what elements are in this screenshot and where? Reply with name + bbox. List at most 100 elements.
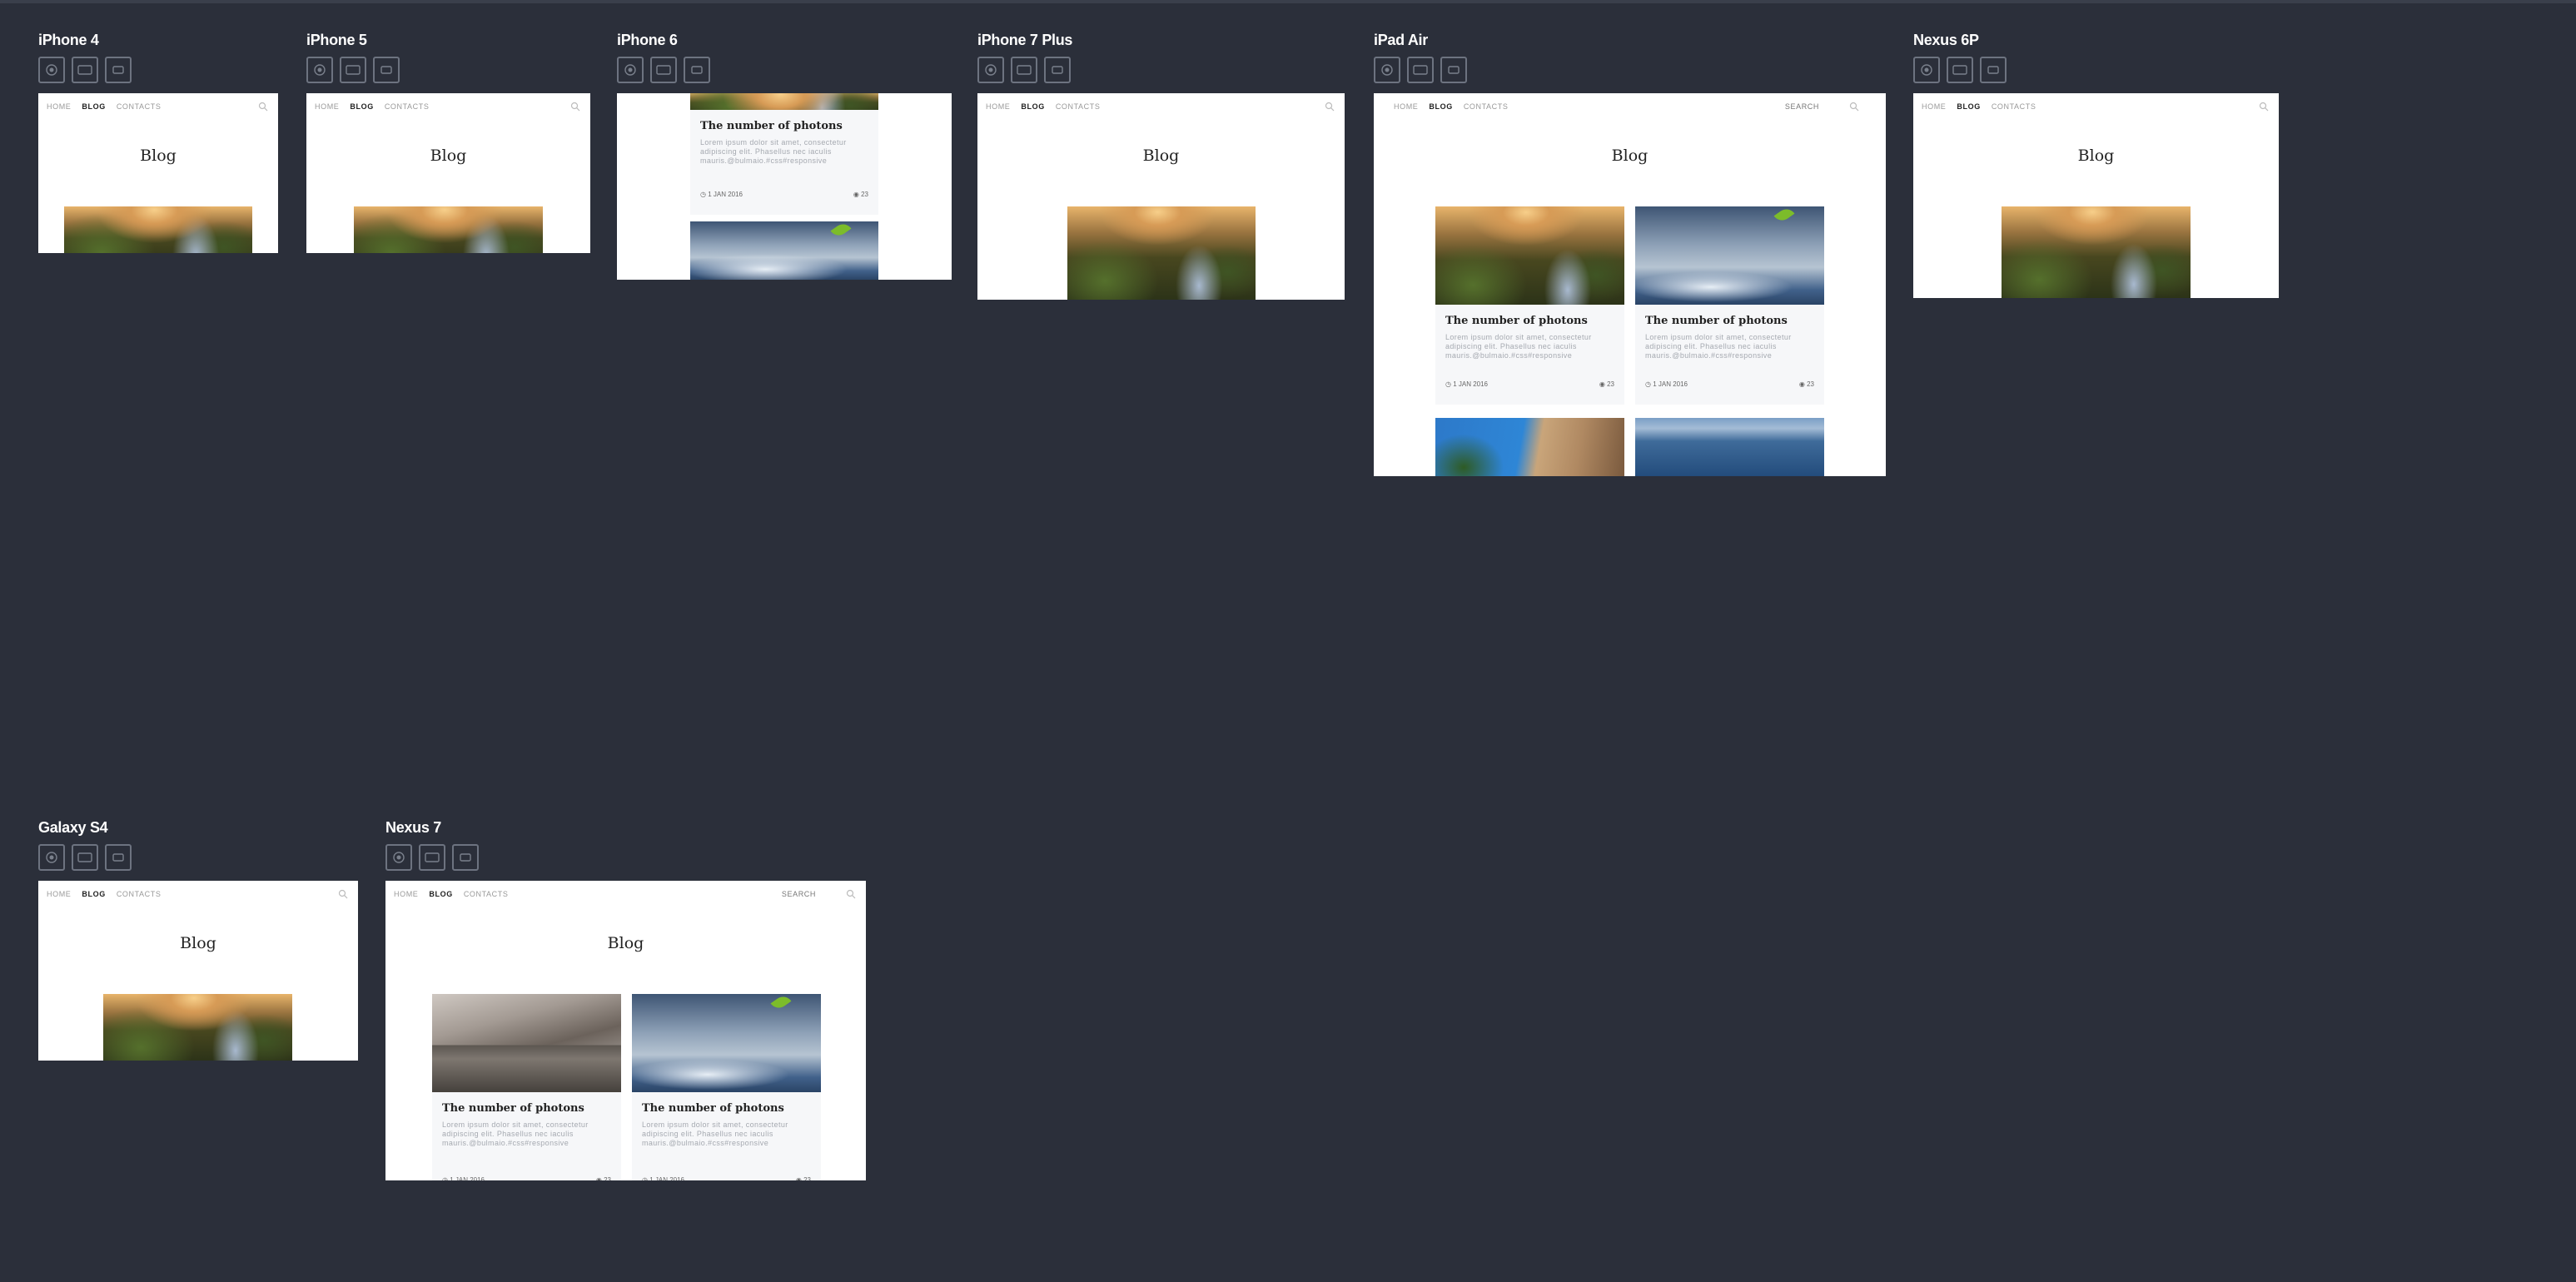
nav-links: HOME BLOG CONTACTS bbox=[1922, 102, 2036, 111]
nav-home[interactable]: HOME bbox=[1394, 102, 1418, 111]
nav-contacts[interactable]: CONTACTS bbox=[385, 102, 430, 111]
portrait-button[interactable] bbox=[1044, 57, 1071, 83]
landscape-button[interactable] bbox=[419, 844, 445, 871]
post-image[interactable] bbox=[432, 994, 621, 1092]
post-image[interactable] bbox=[1435, 418, 1624, 476]
device-screen[interactable]: The number of photons Lorem ipsum dolor … bbox=[617, 93, 952, 280]
landscape-button[interactable] bbox=[1947, 57, 1973, 83]
nav-home[interactable]: HOME bbox=[986, 102, 1010, 111]
nav-links: HOME BLOG CONTACTS bbox=[986, 102, 1100, 111]
portrait-button[interactable] bbox=[1980, 57, 2007, 83]
landscape-button[interactable] bbox=[72, 57, 98, 83]
post-image[interactable] bbox=[1635, 418, 1824, 476]
nav-home[interactable]: HOME bbox=[47, 890, 71, 898]
portrait-button[interactable] bbox=[684, 57, 710, 83]
nav-blog[interactable]: BLOG bbox=[82, 890, 105, 898]
device-screen[interactable]: HOME BLOG CONTACTS Blog bbox=[306, 93, 590, 253]
nav-contacts[interactable]: CONTACTS bbox=[117, 102, 162, 111]
portrait-icon bbox=[112, 853, 124, 862]
post-image[interactable] bbox=[64, 206, 252, 253]
post-date: ◷ 1 JAN 2016 bbox=[442, 1176, 485, 1180]
device-name: Nexus 7 bbox=[385, 819, 441, 836]
search-icon[interactable] bbox=[258, 102, 268, 112]
post-title[interactable]: The number of photons bbox=[1445, 315, 1588, 327]
nav-home[interactable]: HOME bbox=[315, 102, 339, 111]
rotate-button[interactable] bbox=[977, 57, 1004, 83]
post-title[interactable]: The number of photons bbox=[442, 1102, 584, 1115]
post-image[interactable] bbox=[1435, 206, 1624, 305]
search-icon[interactable] bbox=[1325, 102, 1335, 112]
post-excerpt: Lorem ipsum dolor sit amet, consectetur … bbox=[442, 1121, 589, 1147]
portrait-button[interactable] bbox=[105, 57, 132, 83]
nav-blog[interactable]: BLOG bbox=[429, 890, 452, 898]
nav-home[interactable]: HOME bbox=[1922, 102, 1946, 111]
nav-contacts[interactable]: CONTACTS bbox=[117, 890, 162, 898]
post-card[interactable]: The number of photons Lorem ipsum dolor … bbox=[432, 1092, 621, 1180]
post-image[interactable] bbox=[690, 93, 878, 110]
post-views-count: 23 bbox=[803, 1176, 811, 1180]
nav-home[interactable]: HOME bbox=[47, 102, 71, 111]
rotate-button[interactable] bbox=[385, 844, 412, 871]
rotate-button[interactable] bbox=[306, 57, 333, 83]
post-date: ◷ 1 JAN 2016 bbox=[1445, 380, 1489, 388]
nav-blog[interactable]: BLOG bbox=[1957, 102, 1980, 111]
portrait-button[interactable] bbox=[1440, 57, 1467, 83]
nav-blog[interactable]: BLOG bbox=[82, 102, 105, 111]
search-icon[interactable] bbox=[846, 889, 856, 899]
post-image[interactable] bbox=[1067, 206, 1256, 300]
blog-title: Blog bbox=[607, 934, 644, 952]
post-title[interactable]: The number of photons bbox=[642, 1102, 784, 1115]
search-icon[interactable] bbox=[1849, 102, 1859, 112]
portrait-button[interactable] bbox=[105, 844, 132, 871]
nav-blog[interactable]: BLOG bbox=[350, 102, 373, 111]
post-image[interactable] bbox=[2002, 206, 2191, 298]
landscape-button[interactable] bbox=[1407, 57, 1434, 83]
device-screen[interactable]: HOME BLOG CONTACTS SEARCH Blog The numbe… bbox=[1374, 93, 1886, 476]
search-icon[interactable] bbox=[570, 102, 580, 112]
portrait-icon bbox=[380, 66, 392, 74]
nav-home[interactable]: HOME bbox=[394, 890, 418, 898]
landscape-button[interactable] bbox=[650, 57, 677, 83]
post-excerpt: Lorem ipsum dolor sit amet, consectetur … bbox=[1645, 333, 1792, 360]
landscape-button[interactable] bbox=[1011, 57, 1037, 83]
device-screen[interactable]: HOME BLOG CONTACTS Blog bbox=[38, 93, 278, 253]
nav-search-label[interactable]: SEARCH bbox=[782, 890, 816, 898]
post-title[interactable]: The number of photons bbox=[700, 120, 843, 132]
device-screen[interactable]: HOME BLOG CONTACTS Blog bbox=[1913, 93, 2279, 298]
nav-contacts[interactable]: CONTACTS bbox=[1056, 102, 1101, 111]
post-image[interactable] bbox=[690, 221, 878, 280]
device-screen[interactable]: HOME BLOG CONTACTS SEARCH Blog The numbe… bbox=[385, 881, 866, 1180]
post-card[interactable]: The number of photons Lorem ipsum dolor … bbox=[632, 1092, 821, 1180]
device-screen[interactable]: HOME BLOG CONTACTS Blog bbox=[977, 93, 1345, 300]
post-card[interactable]: The number of photons Lorem ipsum dolor … bbox=[690, 110, 878, 215]
rotate-button[interactable] bbox=[38, 844, 65, 871]
landscape-button[interactable] bbox=[72, 844, 98, 871]
search-icon[interactable] bbox=[338, 889, 348, 899]
rotate-button[interactable] bbox=[38, 57, 65, 83]
post-image[interactable] bbox=[1635, 206, 1824, 305]
portrait-button[interactable] bbox=[452, 844, 479, 871]
portrait-button[interactable] bbox=[373, 57, 400, 83]
rotate-button[interactable] bbox=[617, 57, 644, 83]
nav-blog[interactable]: BLOG bbox=[1021, 102, 1044, 111]
target-icon bbox=[624, 64, 636, 76]
target-icon bbox=[393, 852, 405, 863]
post-image[interactable] bbox=[632, 994, 821, 1092]
device-controls bbox=[38, 57, 132, 83]
post-image[interactable] bbox=[103, 994, 292, 1061]
nav-contacts[interactable]: CONTACTS bbox=[464, 890, 509, 898]
post-title[interactable]: The number of photons bbox=[1645, 315, 1788, 327]
device-screen[interactable]: HOME BLOG CONTACTS Blog bbox=[38, 881, 358, 1061]
rotate-button[interactable] bbox=[1374, 57, 1400, 83]
post-image[interactable] bbox=[354, 206, 543, 253]
landscape-button[interactable] bbox=[340, 57, 366, 83]
nav-contacts[interactable]: CONTACTS bbox=[1464, 102, 1509, 111]
rotate-button[interactable] bbox=[1913, 57, 1940, 83]
kite-shape bbox=[770, 994, 792, 1012]
nav-contacts[interactable]: CONTACTS bbox=[1992, 102, 2036, 111]
post-card[interactable]: The number of photons Lorem ipsum dolor … bbox=[1635, 305, 1824, 405]
post-card[interactable]: The number of photons Lorem ipsum dolor … bbox=[1435, 305, 1624, 405]
search-icon[interactable] bbox=[2259, 102, 2269, 112]
nav-blog[interactable]: BLOG bbox=[1429, 102, 1452, 111]
nav-search-label[interactable]: SEARCH bbox=[1785, 102, 1819, 111]
